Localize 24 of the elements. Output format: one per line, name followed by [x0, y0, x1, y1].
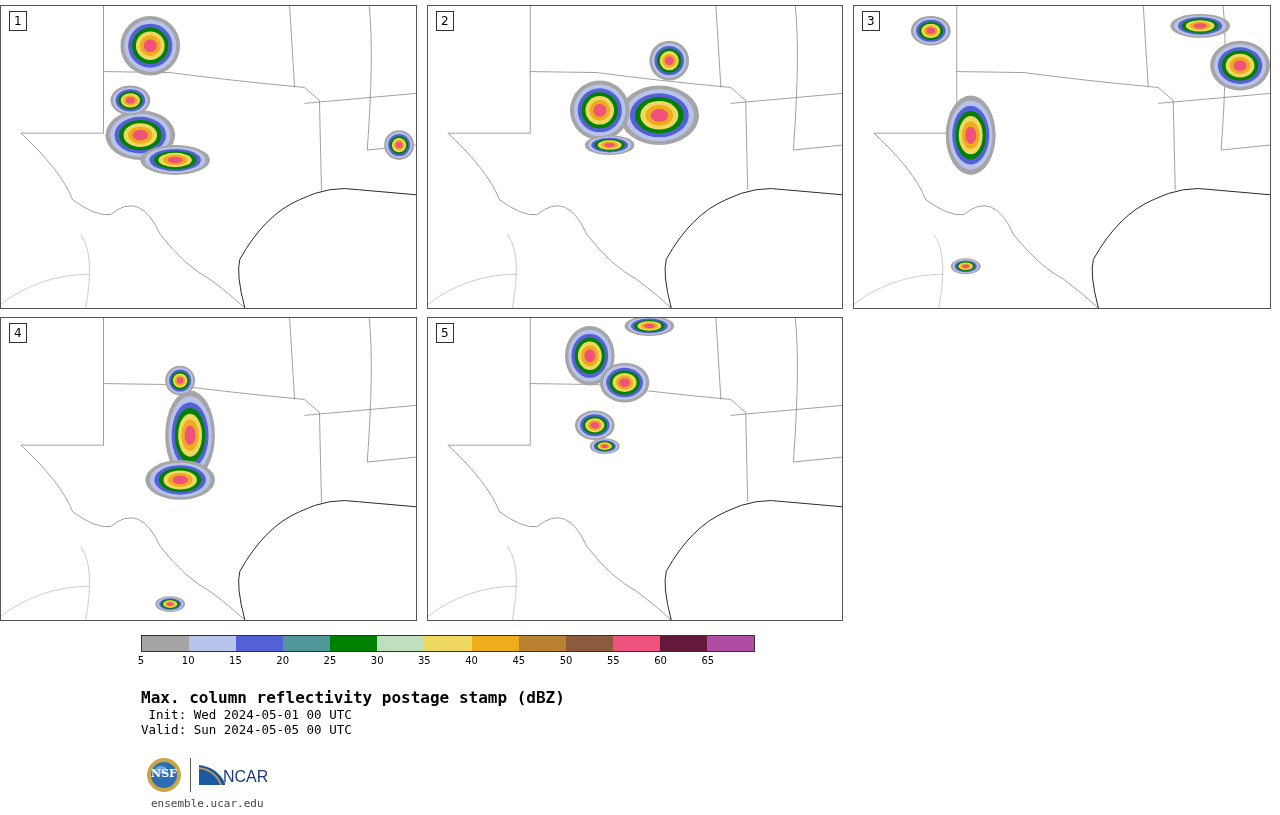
website-text: ensemble.ucar.edu [151, 797, 265, 810]
tick-label: 40 [465, 655, 478, 666]
tick-label: 55 [606, 655, 620, 666]
info-text: Valid: Sun 2024-05-05 00 UTC [141, 722, 353, 737]
tick-label: 45 [512, 655, 526, 666]
tick-label: 5 [137, 655, 145, 666]
tick-label: 60 [654, 655, 667, 666]
tick-label: 50 [559, 655, 573, 666]
tick-label: 20 [276, 655, 290, 666]
chart-title: Max. column reflectivity postage stamp (dBZ) [141, 688, 566, 707]
tick-label: 10 [181, 655, 195, 666]
info-text: Init: Wed 2024-05-01 00 UTC [147, 707, 353, 722]
tick-label: 35 [418, 655, 431, 666]
panel-number: 2 [436, 11, 454, 31]
tick-label: 25 [323, 655, 337, 666]
tick-label: 65 [701, 655, 715, 666]
panel-number: 5 [436, 323, 454, 343]
panel-number: 3 [862, 11, 880, 31]
tick-label: 30 [370, 655, 384, 666]
tick-label: 15 [229, 655, 242, 666]
ncar-logo: NCAR [199, 765, 269, 785]
nsf-logo: NSF [146, 757, 182, 793]
panel-number: 4 [9, 323, 27, 343]
panel-number: 1 [9, 11, 27, 31]
